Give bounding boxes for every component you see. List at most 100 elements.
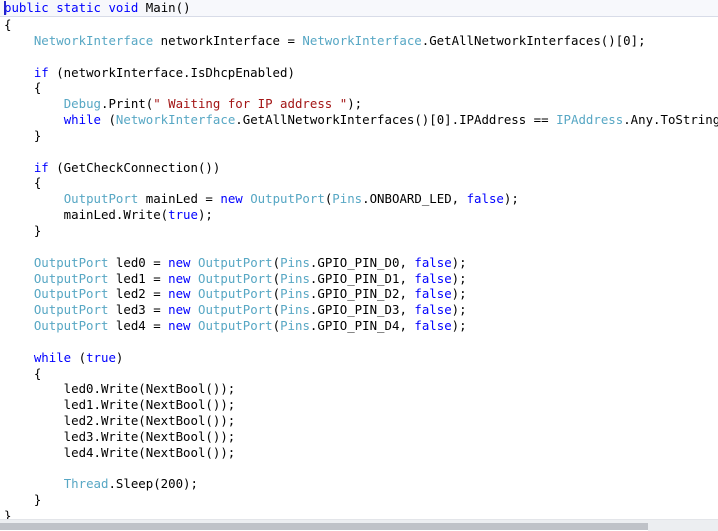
code-line[interactable]: } (0, 492, 718, 508)
code-token: ); (347, 96, 363, 112)
code-token: .GPIO_PIN_D2, (309, 286, 415, 302)
code-token: NetworkInterface (33, 32, 154, 48)
code-token: led1.Write(NextBool()); (4, 397, 236, 413)
code-line[interactable]: { (0, 80, 718, 96)
code-line[interactable] (0, 144, 718, 160)
code-line[interactable]: led1.Write(NextBool()); (0, 397, 718, 413)
code-line[interactable]: led3.Write(NextBool()); (0, 429, 718, 445)
code-token: led4 = (108, 318, 169, 334)
code-line[interactable]: if (GetCheckConnection()) (0, 160, 718, 176)
code-token: OutputPort (198, 302, 273, 318)
code-editor[interactable]: public static void Main(){ NetworkInterf… (0, 0, 718, 531)
code-token: ( (71, 349, 87, 365)
code-token: false (414, 318, 452, 334)
code-line[interactable]: if (networkInterface.IsDhcpEnabled) (0, 65, 718, 81)
code-text-area[interactable]: public static void Main(){ NetworkInterf… (0, 0, 718, 519)
code-token: Thread (63, 476, 109, 492)
code-token: " Waiting for IP address " (153, 96, 348, 112)
code-token: false (414, 254, 452, 270)
code-line[interactable] (0, 334, 718, 350)
code-token: OutputPort (63, 191, 139, 207)
horizontal-scroll-thumb[interactable] (0, 523, 648, 530)
code-token: ) (115, 349, 124, 365)
code-token: ( (272, 286, 281, 302)
code-token: { (4, 17, 12, 32)
code-line[interactable]: mainLed.Write(true); (0, 207, 718, 223)
code-token: led3 = (108, 302, 169, 318)
code-line[interactable]: } (0, 223, 718, 239)
code-token: { (4, 365, 42, 381)
code-token: ( (101, 112, 116, 128)
code-token: Debug (63, 96, 101, 112)
code-token: Pins (280, 270, 310, 286)
code-token: ( (272, 254, 281, 270)
code-line[interactable] (0, 239, 718, 255)
code-token: mainLed.Write( (4, 207, 169, 223)
code-token: Main() (138, 0, 191, 15)
code-line[interactable]: { (0, 17, 718, 33)
code-line[interactable]: Debug.Print(" Waiting for IP address "); (0, 96, 718, 112)
code-line[interactable]: led2.Write(NextBool()); (0, 413, 718, 429)
code-line[interactable]: while (NetworkInterface.GetAllNetworkInt… (0, 112, 718, 128)
code-line[interactable]: OutputPort led2 = new OutputPort(Pins.GP… (0, 286, 718, 302)
code-token: if (33, 159, 49, 175)
code-token: led0 = (108, 254, 169, 270)
code-token: ); (451, 286, 467, 302)
code-token: OutputPort (33, 302, 109, 318)
code-line[interactable]: } (0, 128, 718, 144)
code-token: .GPIO_PIN_D3, (309, 302, 415, 318)
code-token: false (414, 286, 452, 302)
horizontal-scroll-track[interactable] (648, 520, 718, 531)
code-token: .GPIO_PIN_D4, (309, 318, 415, 334)
code-line[interactable]: while (true) (0, 350, 718, 366)
horizontal-scrollbar[interactable] (0, 519, 718, 531)
code-token: Pins (280, 302, 310, 318)
code-token: Pins (332, 191, 363, 207)
code-line[interactable]: OutputPort led1 = new OutputPort(Pins.GP… (0, 271, 718, 287)
code-token: led4.Write(NextBool()); (4, 444, 236, 460)
code-token: (networkInterface.IsDhcpEnabled) (48, 64, 295, 80)
code-line[interactable]: NetworkInterface networkInterface = Netw… (0, 33, 718, 49)
code-token: .GetAllNetworkInterfaces()[0]; (421, 32, 646, 48)
code-token: { (4, 80, 42, 96)
code-line[interactable]: public static void Main() (0, 0, 718, 17)
code-line[interactable]: led4.Write(NextBool()); (0, 445, 718, 461)
code-token: .GPIO_PIN_D1, (309, 270, 415, 286)
code-line[interactable]: } (0, 508, 718, 519)
code-token: OutputPort (33, 270, 109, 286)
code-token: } (4, 492, 42, 508)
code-token: new (168, 286, 191, 302)
code-token: OutputPort (198, 270, 273, 286)
code-token: OutputPort (33, 254, 109, 270)
code-token: OutputPort (33, 318, 109, 334)
code-line[interactable]: { (0, 366, 718, 382)
code-token: led2.Write(NextBool()); (4, 413, 236, 429)
code-line[interactable]: led0.Write(NextBool()); (0, 381, 718, 397)
code-token: .GPIO_PIN_D0, (309, 254, 415, 270)
code-line[interactable]: { (0, 175, 718, 191)
code-token: .Print( (101, 96, 154, 112)
code-line[interactable]: OutputPort mainLed = new OutputPort(Pins… (0, 191, 718, 207)
code-line[interactable]: OutputPort led3 = new OutputPort(Pins.GP… (0, 302, 718, 318)
code-token: IPAddress (556, 112, 624, 128)
code-line[interactable]: OutputPort led0 = new OutputPort(Pins.GP… (0, 255, 718, 271)
code-token: } (4, 222, 42, 238)
code-line[interactable] (0, 461, 718, 477)
code-line[interactable]: Thread.Sleep(200); (0, 476, 718, 492)
code-token: } (4, 127, 42, 143)
code-token: false (466, 191, 504, 207)
code-token: led2 = (108, 286, 169, 302)
code-line[interactable]: OutputPort led4 = new OutputPort(Pins.GP… (0, 318, 718, 334)
code-line[interactable] (0, 49, 718, 65)
code-token: { (4, 175, 42, 191)
code-token: if (33, 64, 49, 80)
code-token: ); (451, 302, 467, 318)
